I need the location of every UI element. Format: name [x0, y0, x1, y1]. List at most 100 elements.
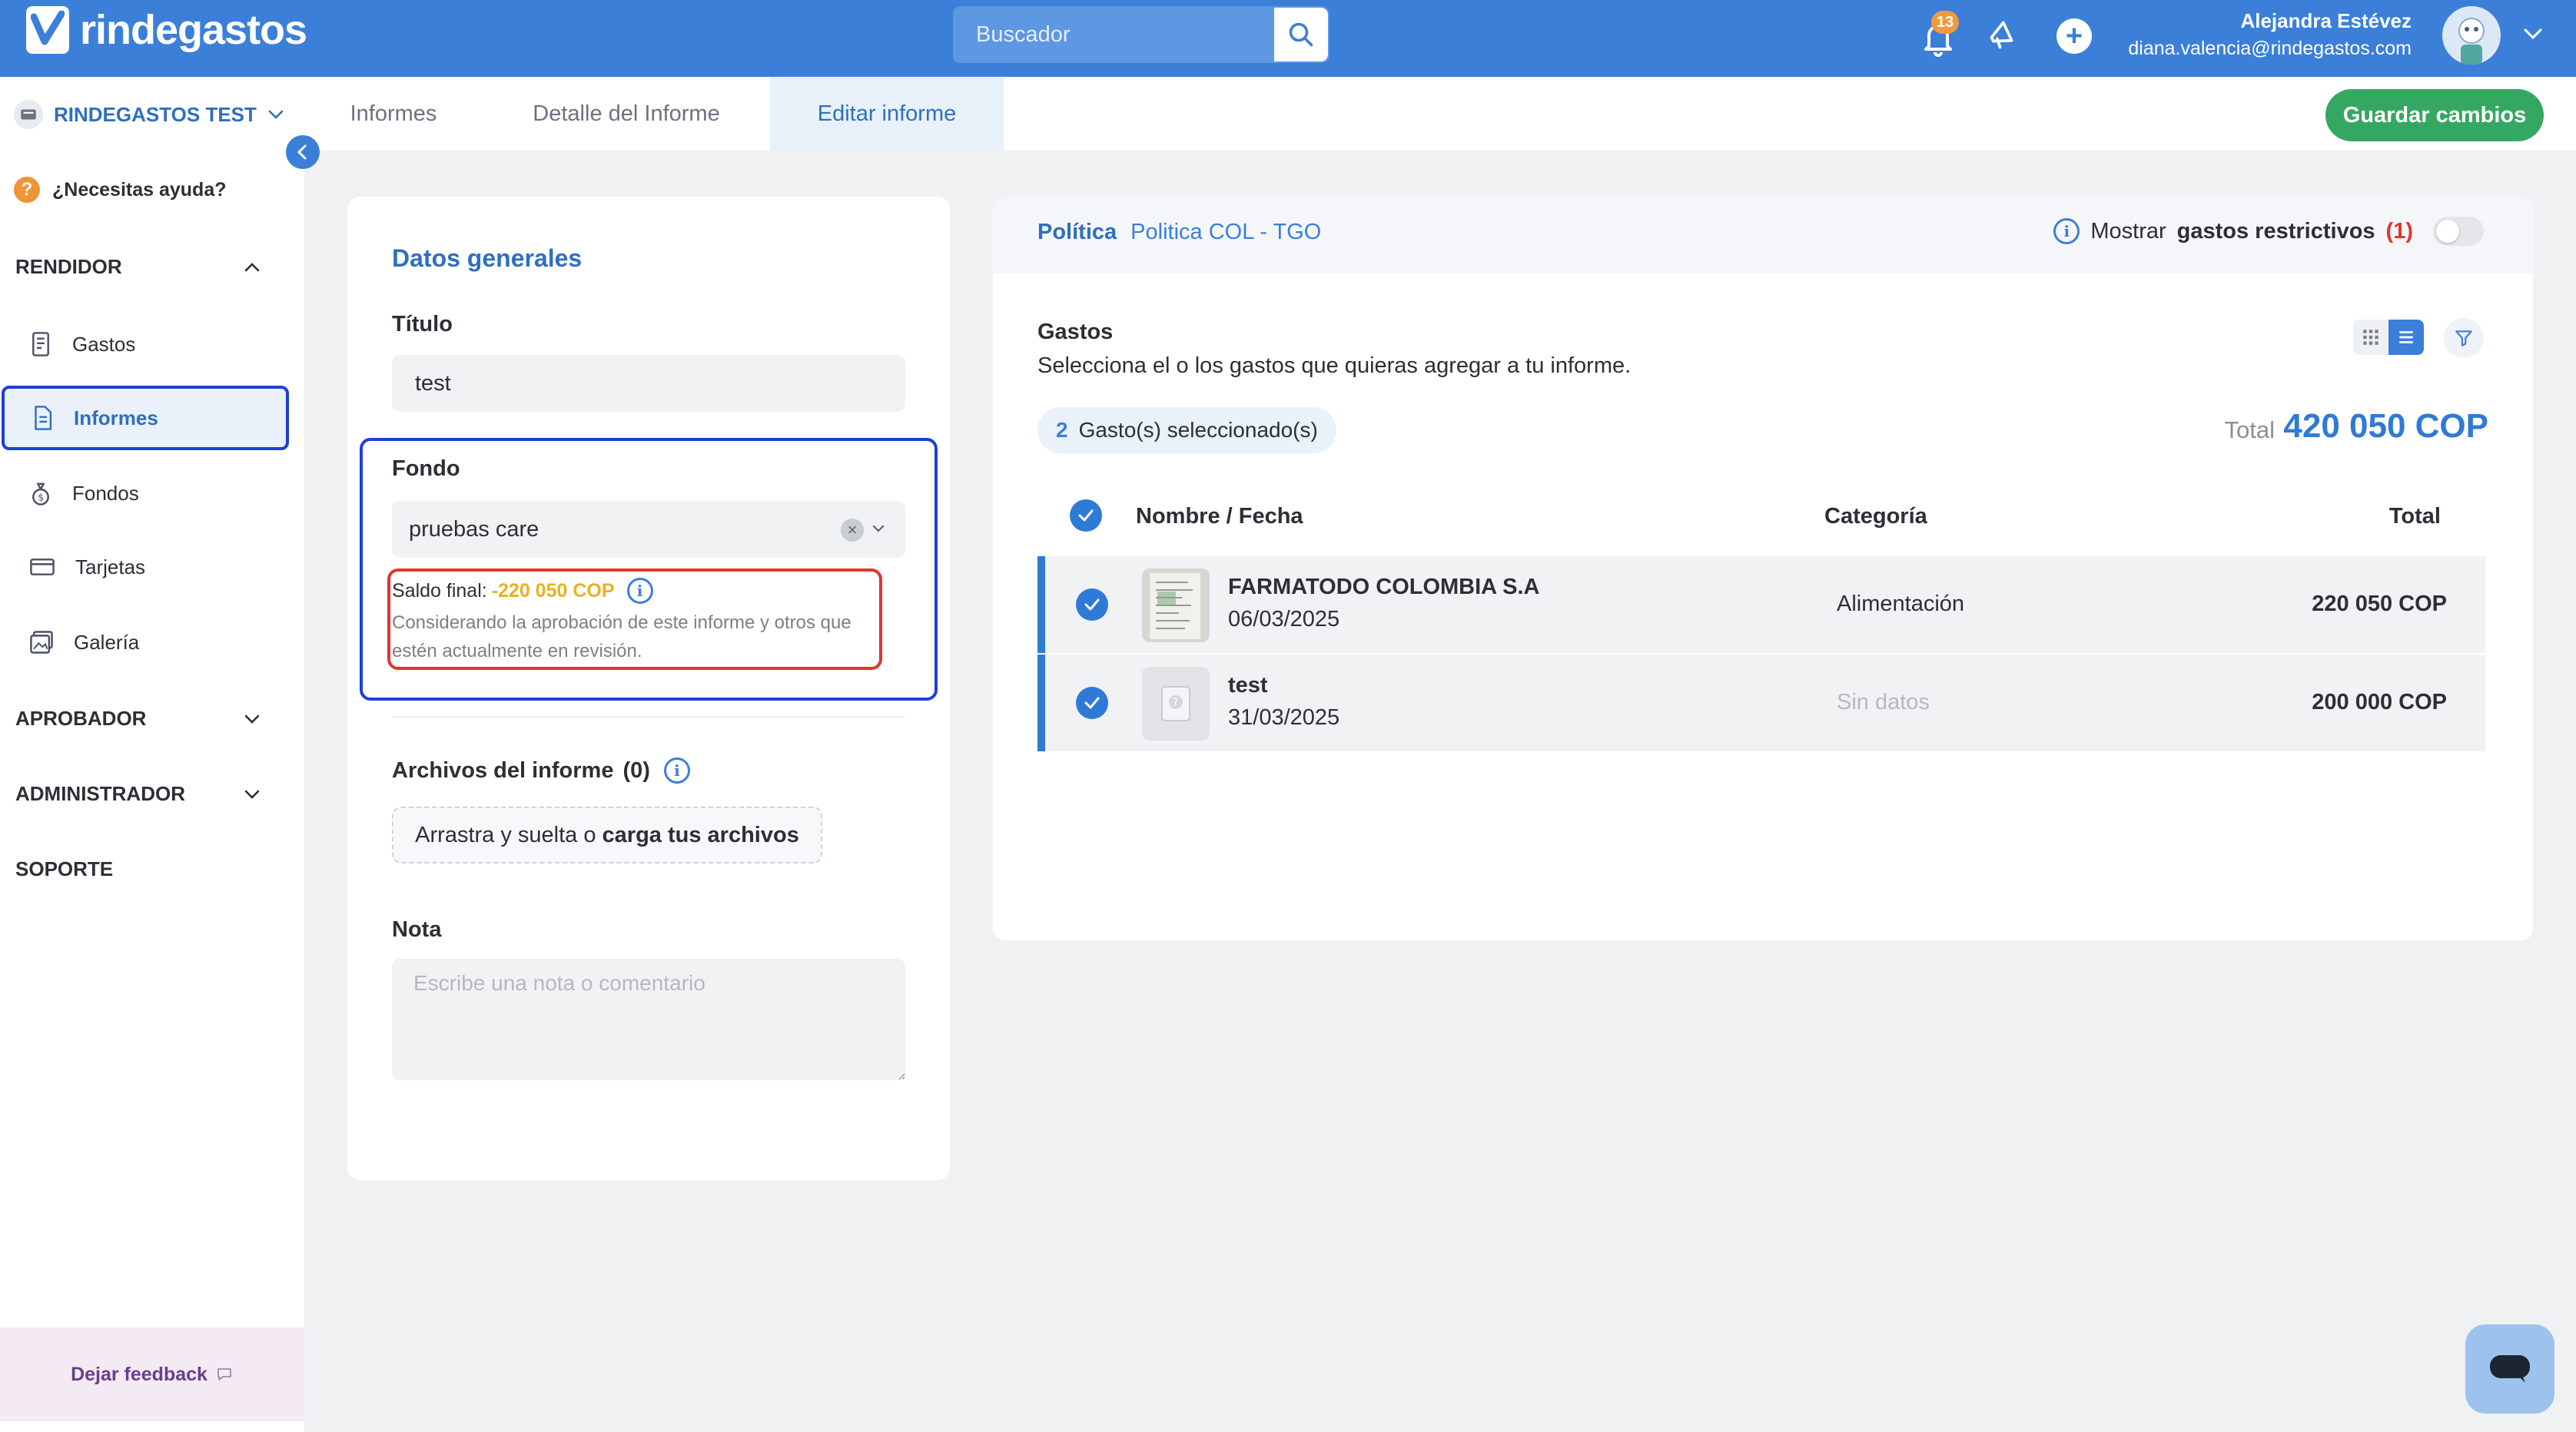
- search-bar: [953, 6, 1329, 63]
- column-header-name[interactable]: Nombre / Fecha: [1136, 504, 1303, 529]
- gallery-icon: [30, 631, 53, 654]
- row-checkbox[interactable]: [1076, 687, 1108, 719]
- sidebar-item-label: Gastos: [72, 332, 136, 356]
- selected-count: 2: [1056, 418, 1068, 442]
- search-input[interactable]: [953, 6, 1274, 63]
- total-value: 420 050 COP: [2283, 407, 2488, 445]
- column-header-total[interactable]: Total: [2389, 504, 2441, 529]
- section-label: SOPORTE: [15, 857, 114, 880]
- files-label-text: Archivos del informe: [392, 757, 614, 783]
- svg-text:?: ?: [1173, 697, 1178, 709]
- company-selector[interactable]: RINDEGASTOS TEST: [14, 100, 284, 129]
- section-soporte[interactable]: SOPORTE: [15, 857, 261, 881]
- tab-informes[interactable]: Informes: [304, 77, 483, 151]
- title-input[interactable]: [392, 355, 905, 412]
- chevron-up-icon: [244, 262, 260, 271]
- restrict-count: (1): [2385, 218, 2413, 244]
- user-info[interactable]: Alejandra Estévez diana.valencia@rindega…: [2128, 9, 2412, 60]
- restrict-label: gastos restrictivos: [2176, 218, 2375, 244]
- saldo-label: Saldo final:: [392, 579, 487, 602]
- expenses-subtitle: Selecciona el o los gastos que quieras a…: [1037, 353, 1632, 378]
- fondo-label: Fondo: [392, 456, 460, 481]
- sidebar-item-informes[interactable]: Informes: [2, 386, 289, 450]
- view-toggle: [2353, 320, 2424, 355]
- section-rendidor[interactable]: RENDIDOR: [15, 255, 261, 279]
- feedback-label: Dejar feedback: [71, 1363, 207, 1385]
- logo[interactable]: rindegastos: [26, 6, 307, 54]
- info-icon[interactable]: i: [663, 757, 690, 784]
- receipt-thumbnail[interactable]: ?: [1142, 667, 1210, 741]
- tab-editar-informe[interactable]: Editar informe: [770, 77, 1004, 151]
- row-checkbox[interactable]: [1076, 588, 1108, 621]
- clear-icon[interactable]: ×: [841, 519, 864, 542]
- sidebar-item-label: Informes: [74, 406, 158, 429]
- policy-info: Política Politica COL - TGO: [1037, 220, 1321, 245]
- sidebar-item-tarjetas[interactable]: Tarjetas: [0, 535, 290, 599]
- chevron-down-icon[interactable]: [2522, 26, 2544, 41]
- row-category: Sin datos: [1837, 690, 1930, 714]
- table-row[interactable]: ? test 31/03/2025 Sin datos 200 000 COP: [1037, 655, 2485, 751]
- row-name: test: [1228, 673, 1268, 698]
- add-icon[interactable]: +: [2056, 18, 2092, 54]
- note-label: Nota: [392, 917, 442, 942]
- check-icon: [1078, 509, 1094, 522]
- top-bar: rindegastos 13 + Alejandra Estévez diana…: [0, 0, 2576, 77]
- sidebar-item-galeria[interactable]: Galería: [0, 610, 290, 675]
- search-button[interactable]: [1274, 8, 1328, 61]
- policy-bar: Política Politica COL - TGO i Mostrar gas…: [993, 197, 2533, 273]
- filter-button[interactable]: [2444, 318, 2484, 358]
- receipt-icon: [32, 332, 49, 356]
- sidebar-item-label: Tarjetas: [75, 555, 146, 578]
- help-link[interactable]: ? ¿Necesitas ayuda?: [14, 177, 227, 203]
- chat-widget-button[interactable]: [2465, 1324, 2554, 1414]
- grid-icon: [2363, 330, 2378, 345]
- section-administrador[interactable]: ADMINISTRADOR: [15, 782, 261, 806]
- money-bag-icon: $: [32, 482, 49, 506]
- table-row[interactable]: FARMATODO COLOMBIA S.A 06/03/2025 Alimen…: [1037, 556, 2485, 653]
- upload-link[interactable]: carga tus archivos: [603, 823, 799, 848]
- receipt-thumbnail[interactable]: [1142, 568, 1210, 642]
- megaphone-icon[interactable]: [1987, 17, 2021, 52]
- row-total: 200 000 COP: [2312, 690, 2447, 714]
- general-data-card: Datos generales Título Fondo pruebas car…: [347, 197, 950, 1180]
- sidebar: RINDEGASTOS TEST ? ¿Necesitas ayuda? REN…: [0, 77, 304, 1432]
- user-email: diana.valencia@rindegastos.com: [2128, 38, 2412, 59]
- feedback-button[interactable]: Dejar feedback: [0, 1328, 304, 1421]
- file-dropzone[interactable]: Arrastra y suelta o carga tus archivos: [392, 807, 822, 864]
- info-icon[interactable]: i: [626, 578, 653, 604]
- list-icon: [2399, 331, 2413, 343]
- chevron-left-icon: [297, 144, 307, 160]
- section-aprobador[interactable]: APROBADOR: [15, 707, 261, 731]
- fondo-select[interactable]: pruebas care ×: [392, 501, 905, 558]
- row-total: 220 050 COP: [2312, 592, 2447, 616]
- column-header-category[interactable]: Categoría: [1824, 504, 1927, 529]
- avatar[interactable]: [2442, 6, 2501, 65]
- sidebar-item-gastos[interactable]: Gastos: [0, 312, 290, 376]
- select-all-checkbox[interactable]: [1070, 499, 1102, 532]
- tab-detalle-informe[interactable]: Detalle del Informe: [483, 77, 770, 151]
- collapse-sidebar-button[interactable]: [286, 135, 320, 169]
- search-icon: [1289, 22, 1313, 47]
- grid-view-button[interactable]: [2353, 320, 2388, 355]
- row-date: 06/03/2025: [1228, 607, 1340, 631]
- notification-badge: 13: [1931, 11, 1959, 34]
- note-textarea[interactable]: [392, 959, 905, 1080]
- chevron-down-icon[interactable]: [871, 524, 885, 533]
- list-view-button[interactable]: [2388, 320, 2424, 355]
- sidebar-item-label: Fondos: [72, 481, 139, 505]
- sidebar-item-label: Galería: [74, 630, 140, 654]
- logo-text: rindegastos: [80, 7, 307, 53]
- document-icon: [35, 406, 52, 430]
- saldo-final: Saldo final: -220 050 COP i: [392, 578, 653, 604]
- saldo-value: -220 050 COP: [491, 579, 615, 602]
- title-label: Título: [392, 312, 453, 336]
- sidebar-item-fondos[interactable]: $ Fondos: [0, 461, 290, 525]
- restrictive-toggle[interactable]: [2433, 217, 2484, 246]
- save-button[interactable]: Guardar cambios: [2325, 89, 2544, 141]
- check-icon: [1084, 697, 1100, 709]
- policy-name: Politica COL - TGO: [1130, 220, 1322, 244]
- chat-icon: [2490, 1355, 2530, 1383]
- info-icon[interactable]: i: [2053, 218, 2080, 244]
- row-name: FARMATODO COLOMBIA S.A: [1228, 575, 1540, 599]
- filter-icon: [2455, 330, 2472, 346]
